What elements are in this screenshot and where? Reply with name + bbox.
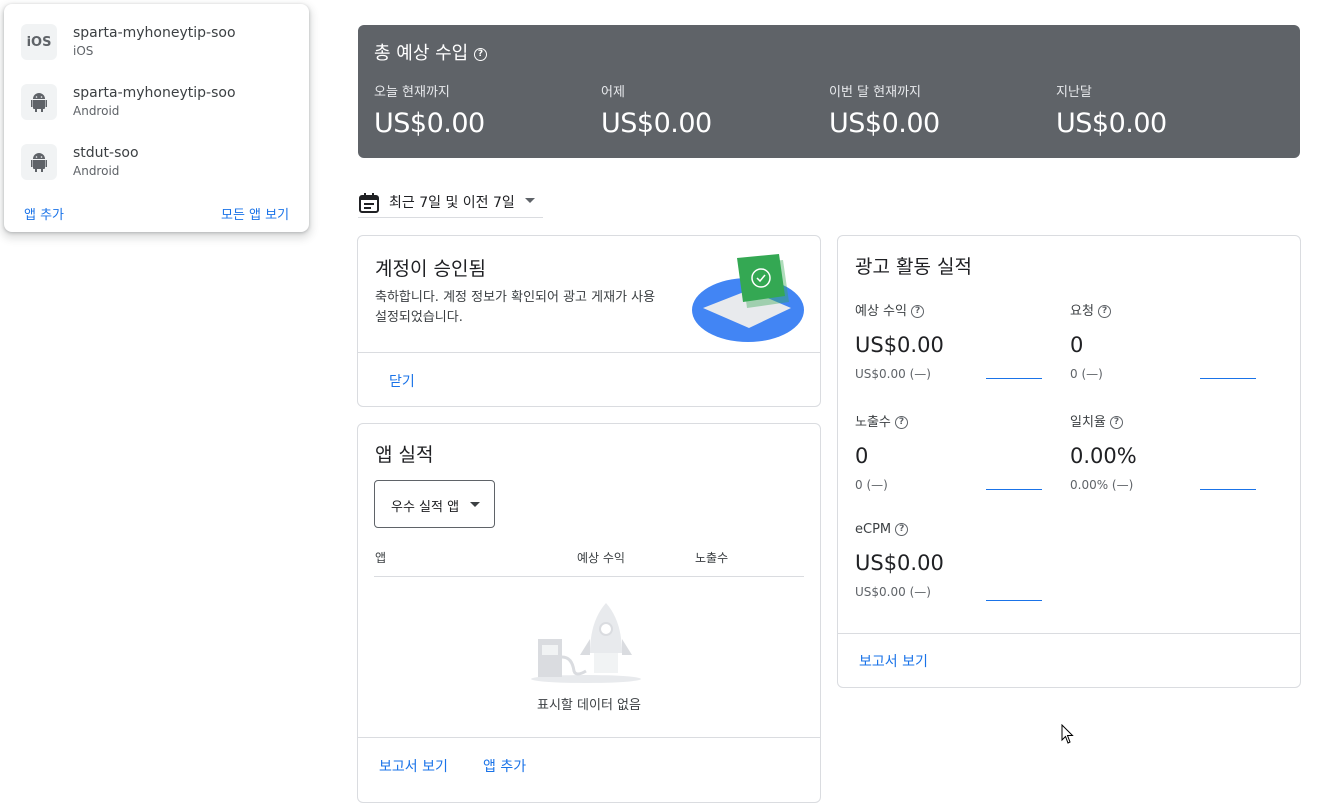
app-item[interactable]: sparta-myhoneytip-soo Android <box>4 84 309 144</box>
view-report-link[interactable]: 보고서 보기 <box>859 651 928 671</box>
metric-impressions: 노출수 ? 0 0 (—) <box>855 411 1055 492</box>
card-title: 계정이 승인됨 <box>375 258 486 280</box>
account-approved-card: 계정이 승인됨 축하합니다. 계정 정보가 확인되어 광고 게재가 사용 설정되… <box>357 235 821 407</box>
card-body: 축하합니다. 계정 정보가 확인되어 광고 게재가 사용 설정되었습니다. <box>375 290 656 325</box>
app-platform: Android <box>73 164 120 178</box>
card-title: 앱 실적 <box>375 444 434 466</box>
card-title: 광고 활동 실적 <box>855 256 972 278</box>
android-icon <box>21 144 57 180</box>
help-icon[interactable]: ? <box>911 305 925 318</box>
metric-ecpm: eCPM ? US$0.00 US$0.00 (—) <box>855 522 944 599</box>
app-platform: iOS <box>73 44 94 58</box>
dropdown-arrow-icon <box>525 198 535 203</box>
help-icon[interactable]: ? <box>1098 305 1112 318</box>
column-header-earnings: 예상 수익 <box>577 551 625 565</box>
sparkline <box>986 600 1042 601</box>
metric-requests: 요청 ? 0 0 (—) <box>1070 300 1270 381</box>
app-platform: Android <box>73 104 120 118</box>
earnings-this-month: 이번 달 현재까지 US$0.00 <box>829 85 940 139</box>
app-name: sparta-myhoneytip-soo <box>73 85 236 101</box>
app-performance-card: 앱 실적 우수 실적 앱 앱 예상 수익 노출수 표시할 데이터 없음 보고서 … <box>357 423 821 803</box>
help-icon[interactable]: ? <box>1110 416 1124 429</box>
calendar-icon <box>359 193 379 213</box>
app-switcher-popup: iOS sparta-myhoneytip-soo iOS sparta-myh… <box>4 4 309 232</box>
app-item[interactable]: iOS sparta-myhoneytip-soo iOS <box>4 24 309 84</box>
empty-state-text: 표시할 데이터 없음 <box>537 698 641 713</box>
top-apps-dropdown[interactable]: 우수 실적 앱 <box>374 480 495 528</box>
empty-state-rocket-illustration <box>531 603 641 683</box>
app-name: stdut-soo <box>73 145 139 161</box>
view-all-apps-link[interactable]: 모든 앱 보기 <box>221 204 289 223</box>
app-item[interactable]: stdut-soo Android <box>4 144 309 204</box>
add-app-link[interactable]: 앱 추가 <box>24 204 64 223</box>
ad-activity-card: 광고 활동 실적 예상 수익 ? US$0.00 US$0.00 (—) 요청 … <box>837 235 1301 688</box>
close-button[interactable]: 닫기 <box>389 371 415 391</box>
mouse-cursor-icon <box>1061 724 1074 744</box>
earnings-yesterday: 어제 US$0.00 <box>601 85 712 139</box>
help-icon[interactable]: ? <box>895 416 909 429</box>
earnings-last-month: 지난달 US$0.00 <box>1056 85 1167 139</box>
sparkline <box>986 489 1042 490</box>
total-earnings-banner: 총 예상 수입 ? 오늘 현재까지 US$0.00 어제 US$0.00 이번 … <box>358 25 1300 158</box>
approved-illustration <box>692 254 804 342</box>
help-icon[interactable]: ? <box>473 47 487 61</box>
column-header-app: 앱 <box>375 551 387 565</box>
metric-match-rate: 일치율 ? 0.00% 0.00% (—) <box>1070 415 1137 492</box>
help-icon[interactable]: ? <box>895 523 909 536</box>
add-app-link[interactable]: 앱 추가 <box>483 756 526 776</box>
column-header-impressions: 노출수 <box>695 551 729 565</box>
date-range-label: 최근 7일 및 이전 7일 <box>389 195 515 211</box>
ios-icon: iOS <box>21 24 57 60</box>
sparkline <box>986 378 1042 379</box>
earnings-today: 오늘 현재까지 US$0.00 <box>374 85 485 139</box>
metric-estimated-earnings: 예상 수익 ? US$0.00 US$0.00 (—) <box>855 304 944 381</box>
date-range-selector[interactable]: 최근 7일 및 이전 7일 <box>358 190 543 218</box>
sparkline <box>1200 489 1256 490</box>
dropdown-arrow-icon <box>470 502 480 507</box>
app-name: sparta-myhoneytip-soo <box>73 25 236 41</box>
earnings-title: 총 예상 수입 ? <box>374 39 487 65</box>
sparkline <box>1200 378 1256 379</box>
android-icon <box>21 84 57 120</box>
view-report-link[interactable]: 보고서 보기 <box>379 756 448 776</box>
